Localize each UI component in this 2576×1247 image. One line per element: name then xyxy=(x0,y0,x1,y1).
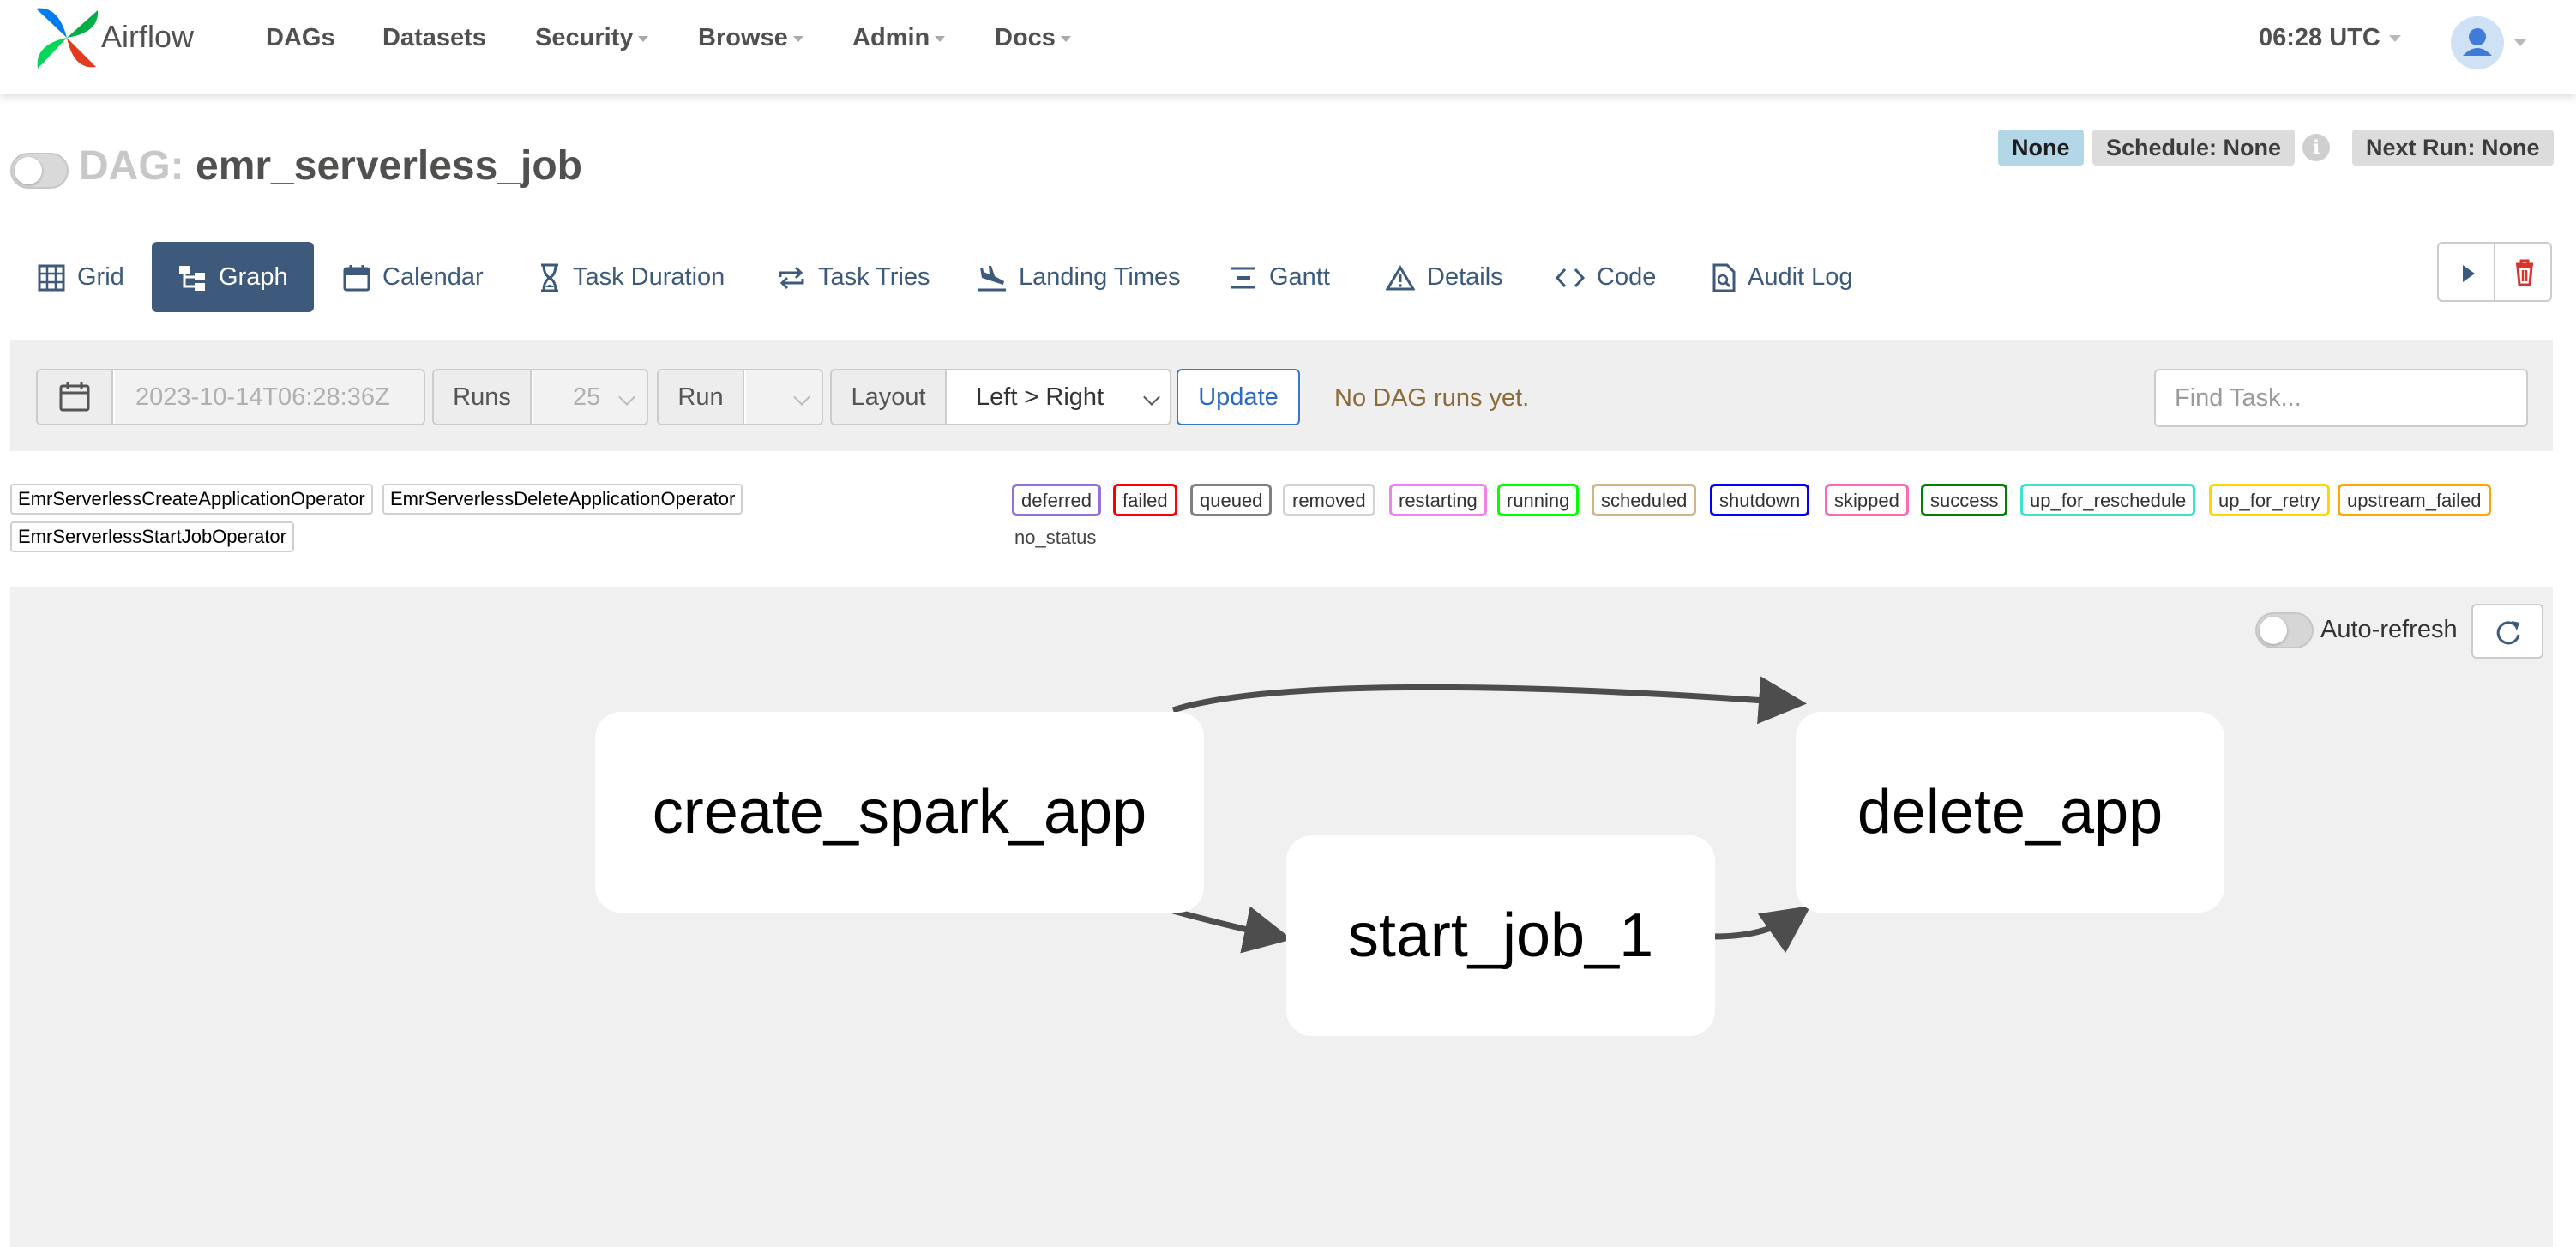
layout-select[interactable]: Left > Right xyxy=(948,370,1170,424)
calendar-icon xyxy=(59,382,90,412)
delete-dag-button[interactable] xyxy=(2494,242,2552,302)
base-date-input[interactable]: 2023-10-14T06:28:36Z xyxy=(115,370,424,424)
dag-prefix: DAG: xyxy=(79,143,184,189)
state-legend-no-status[interactable]: no_status xyxy=(1014,527,1096,549)
grid-icon xyxy=(38,264,65,292)
dag-runs-status-message: No DAG runs yet. xyxy=(1334,384,1530,412)
tab-task-duration[interactable]: Task Duration xyxy=(539,242,725,312)
graph-icon xyxy=(179,266,205,292)
run-label: Run xyxy=(659,370,744,424)
edge-start-job-1-to-delete-app xyxy=(1712,905,1811,954)
run-group: Run xyxy=(657,369,823,425)
chevron-down-icon xyxy=(1060,35,1071,42)
airflow-logo-icon[interactable] xyxy=(33,3,101,72)
task-node-create-spark-app[interactable]: create_spark_app xyxy=(595,712,1204,913)
tab-grid[interactable]: Grid xyxy=(38,242,124,312)
nav-docs[interactable]: Docs xyxy=(995,24,1071,52)
user-menu-chevron-icon[interactable] xyxy=(2514,39,2526,46)
state-legend-up-for-retry[interactable]: up_for_retry xyxy=(2209,484,2330,516)
page-title: DAG: emr_serverless_job xyxy=(79,142,582,190)
dag-graph-canvas[interactable]: Auto-refresh create_spark_app start_job_… xyxy=(10,587,2553,1247)
utc-clock[interactable]: 06:28 UTC xyxy=(2259,24,2401,52)
task-node-delete-app[interactable]: delete_app xyxy=(1796,712,2224,913)
brand-name[interactable]: Airflow xyxy=(101,19,194,55)
chevron-down-icon xyxy=(2388,35,2401,43)
nav-datasets[interactable]: Datasets xyxy=(382,24,486,52)
dag-pause-toggle[interactable] xyxy=(10,153,69,189)
state-legend-skipped[interactable]: skipped xyxy=(1825,484,1909,516)
play-icon xyxy=(2463,265,2475,282)
task-node-start-job-1[interactable]: start_job_1 xyxy=(1286,835,1715,1036)
nav-browse[interactable]: Browse xyxy=(698,24,803,52)
run-select[interactable] xyxy=(746,370,822,424)
state-legend-scheduled[interactable]: scheduled xyxy=(1592,484,1697,516)
layout-group: Layout Left > Right xyxy=(830,369,1171,425)
calendar-picker-button[interactable] xyxy=(38,370,113,424)
tab-landing-times[interactable]: Landing Times xyxy=(978,242,1181,312)
filter-bar: 2023-10-14T06:28:36Z Runs 25 Run Layout … xyxy=(10,340,2553,451)
update-button[interactable]: Update xyxy=(1177,369,1300,425)
runs-group: Runs 25 xyxy=(432,369,648,425)
tab-details[interactable]: Details xyxy=(1386,242,1503,312)
plane-landing-icon xyxy=(978,266,1006,292)
runs-label: Runs xyxy=(434,370,532,424)
trash-icon xyxy=(2516,259,2533,286)
graph-edges xyxy=(1171,676,1811,954)
chevron-down-icon xyxy=(638,35,649,42)
code-icon xyxy=(1556,268,1585,288)
operator-legend-item[interactable]: EmrServerlessStartJobOperator xyxy=(10,521,294,552)
gantt-icon xyxy=(1231,267,1255,289)
operator-legend-item[interactable]: EmrServerlessDeleteApplicationOperator xyxy=(382,484,743,515)
state-legend-running[interactable]: running xyxy=(1497,484,1580,516)
state-legend-removed[interactable]: removed xyxy=(1283,484,1375,516)
chevron-down-icon xyxy=(935,35,946,42)
state-legend-restarting[interactable]: restarting xyxy=(1389,484,1487,516)
state-legend-upstream-failed[interactable]: upstream_failed xyxy=(2338,484,2491,516)
tab-calendar[interactable]: Calendar xyxy=(343,242,484,312)
dag-name: emr_serverless_job xyxy=(196,143,582,189)
state-legend-failed[interactable]: failed xyxy=(1113,484,1177,516)
schedule-badge: Schedule: None xyxy=(2092,130,2296,166)
user-icon xyxy=(2463,28,2492,56)
warning-triangle-icon xyxy=(1386,265,1415,291)
state-legend-success[interactable]: success xyxy=(1921,484,2008,516)
edge-create-spark-app-to-start-job-1 xyxy=(1172,906,1292,954)
find-task-input[interactable] xyxy=(2154,369,2528,427)
state-legend-up-for-reschedule[interactable]: up_for_reschedule xyxy=(2020,484,2196,516)
layout-label: Layout xyxy=(832,370,947,424)
trigger-dag-button[interactable] xyxy=(2437,242,2495,302)
calendar-icon xyxy=(343,265,370,292)
tab-gantt[interactable]: Gantt xyxy=(1230,242,1330,312)
tab-audit-log[interactable]: Audit Log xyxy=(1712,242,1853,312)
hourglass-icon xyxy=(541,263,558,292)
nav-dags[interactable]: DAGs xyxy=(266,24,335,52)
top-navbar: Airflow DAGs Datasets Security Browse Ad… xyxy=(0,0,2576,94)
state-legend-deferred[interactable]: deferred xyxy=(1012,484,1101,516)
next-run-badge: Next Run: None xyxy=(2352,130,2554,166)
run-badge-none: None xyxy=(1998,130,2084,166)
state-legend-queued[interactable]: queued xyxy=(1190,484,1273,516)
tab-code[interactable]: Code xyxy=(1556,242,1656,312)
tab-task-tries[interactable]: Task Tries xyxy=(777,242,930,312)
operator-legend-item[interactable]: EmrServerlessCreateApplicationOperator xyxy=(10,484,373,515)
nav-security[interactable]: Security xyxy=(535,24,649,52)
edge-create-spark-app-to-delete-app xyxy=(1171,676,1807,725)
chevron-down-icon xyxy=(792,35,803,42)
tab-graph[interactable]: Graph xyxy=(152,242,314,312)
state-legend-shutdown[interactable]: shutdown xyxy=(1710,484,1810,516)
audit-log-icon xyxy=(1712,263,1736,292)
user-avatar[interactable] xyxy=(2451,16,2504,69)
base-date-group: 2023-10-14T06:28:36Z xyxy=(36,369,425,425)
nav-admin[interactable]: Admin xyxy=(852,24,946,52)
retry-icon xyxy=(779,267,804,290)
info-icon[interactable]: i xyxy=(2302,134,2330,161)
